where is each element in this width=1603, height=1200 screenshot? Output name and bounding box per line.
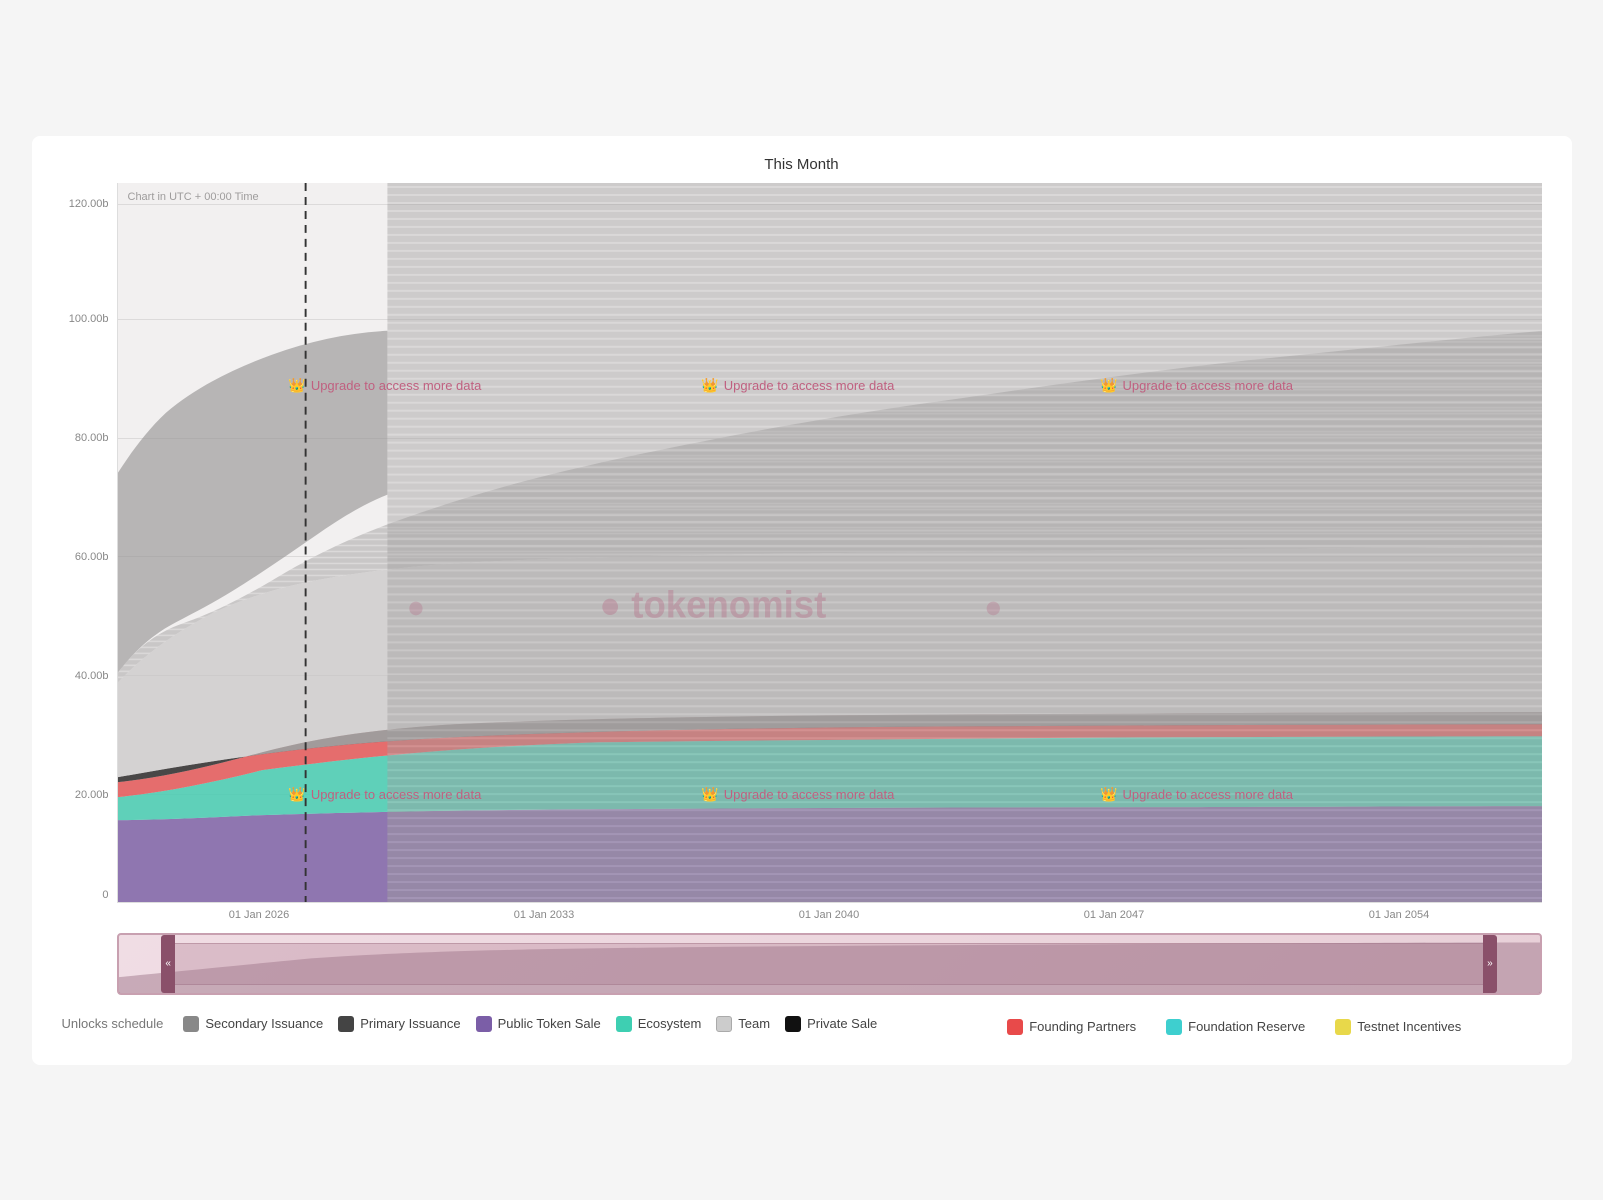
legend-color-primary bbox=[338, 1016, 354, 1032]
upgrade-overlay-2[interactable]: 👑 Upgrade to access more data bbox=[701, 377, 894, 394]
chart-area: Chart in UTC + 00:00 Time bbox=[117, 183, 1542, 903]
upgrade-overlay-4[interactable]: 👑 Upgrade to access more data bbox=[288, 786, 481, 803]
legend-label-secondary: Secondary Issuance bbox=[205, 1016, 323, 1031]
chart-container: This Month 120.00b 100.00b 80.00b 60.00b… bbox=[32, 136, 1572, 1065]
y-label-0: 0 bbox=[102, 889, 108, 901]
upgrade-overlay-6[interactable]: 👑 Upgrade to access more data bbox=[1100, 786, 1293, 803]
svg-text:●: ● bbox=[983, 588, 1002, 624]
legend-row-1: Unlocks schedule Secondary Issuance Prim… bbox=[62, 1013, 878, 1035]
legend-item-public-sale: Public Token Sale bbox=[476, 1016, 601, 1032]
y-label-80: 80.00b bbox=[75, 432, 109, 444]
y-label-40: 40.00b bbox=[75, 670, 109, 682]
mini-chart-svg bbox=[119, 935, 1540, 993]
chart-title: This Month bbox=[62, 156, 1542, 173]
y-label-20: 20.00b bbox=[75, 789, 109, 801]
legend-label-public-sale: Public Token Sale bbox=[498, 1016, 601, 1031]
legend-color-testnet bbox=[1335, 1019, 1351, 1035]
legend-color-public-sale bbox=[476, 1016, 492, 1032]
legend-item-founding: Founding Partners bbox=[1007, 1019, 1136, 1035]
legend-item-testnet: Testnet Incentives bbox=[1335, 1019, 1461, 1035]
legend-item-foundation-reserve: Foundation Reserve bbox=[1166, 1019, 1305, 1035]
legend: Unlocks schedule Secondary Issuance Prim… bbox=[62, 1013, 1542, 1035]
legend-item-private-sale: Private Sale bbox=[785, 1016, 877, 1032]
legend-label-primary: Primary Issuance bbox=[360, 1016, 460, 1031]
legend-item-team: Team bbox=[716, 1016, 770, 1032]
legend-label-testnet: Testnet Incentives bbox=[1357, 1019, 1461, 1034]
legend-color-secondary bbox=[183, 1016, 199, 1032]
svg-text:● tokenomist: ● tokenomist bbox=[599, 582, 826, 625]
legend-title: Unlocks schedule bbox=[62, 1016, 164, 1031]
upgrade-overlay-1[interactable]: 👑 Upgrade to access more data bbox=[288, 377, 481, 394]
legend-color-founding bbox=[1007, 1019, 1023, 1035]
x-axis: 01 Jan 2026 01 Jan 2033 01 Jan 2040 01 J… bbox=[62, 903, 1542, 921]
legend-label-team: Team bbox=[738, 1016, 770, 1031]
upgrade-overlay-5[interactable]: 👑 Upgrade to access more data bbox=[701, 786, 894, 803]
mini-handle-left[interactable]: « bbox=[161, 935, 175, 993]
legend-label-private-sale: Private Sale bbox=[807, 1016, 877, 1031]
legend-item-ecosystem: Ecosystem bbox=[616, 1016, 702, 1032]
legend-label-ecosystem: Ecosystem bbox=[638, 1016, 702, 1031]
svg-text:●: ● bbox=[406, 588, 425, 624]
x-label-2026: 01 Jan 2026 bbox=[229, 909, 290, 921]
legend-item-secondary: Secondary Issuance bbox=[183, 1016, 323, 1032]
y-label-60: 60.00b bbox=[75, 551, 109, 563]
legend-color-ecosystem bbox=[616, 1016, 632, 1032]
x-label-2033: 01 Jan 2033 bbox=[514, 909, 575, 921]
y-label-120: 120.00b bbox=[69, 198, 109, 210]
legend-color-foundation-reserve bbox=[1166, 1019, 1182, 1035]
legend-color-private-sale bbox=[785, 1016, 801, 1032]
legend-item-primary: Primary Issuance bbox=[338, 1016, 460, 1032]
upgrade-overlay-3[interactable]: 👑 Upgrade to access more data bbox=[1100, 377, 1293, 394]
x-label-2047: 01 Jan 2047 bbox=[1084, 909, 1145, 921]
legend-color-team bbox=[716, 1016, 732, 1032]
x-label-2040: 01 Jan 2040 bbox=[799, 909, 860, 921]
mini-handle-right[interactable]: » bbox=[1483, 935, 1497, 993]
y-label-100: 100.00b bbox=[69, 313, 109, 325]
legend-label-foundation-reserve: Foundation Reserve bbox=[1188, 1019, 1305, 1034]
mini-chart[interactable]: « » bbox=[117, 933, 1542, 995]
legend-label-founding: Founding Partners bbox=[1029, 1019, 1136, 1034]
legend-row-2: Founding Partners Foundation Reserve Tes… bbox=[1007, 1019, 1461, 1035]
x-label-2054: 01 Jan 2054 bbox=[1369, 909, 1430, 921]
y-axis: 120.00b 100.00b 80.00b 60.00b 40.00b 20.… bbox=[62, 183, 117, 903]
